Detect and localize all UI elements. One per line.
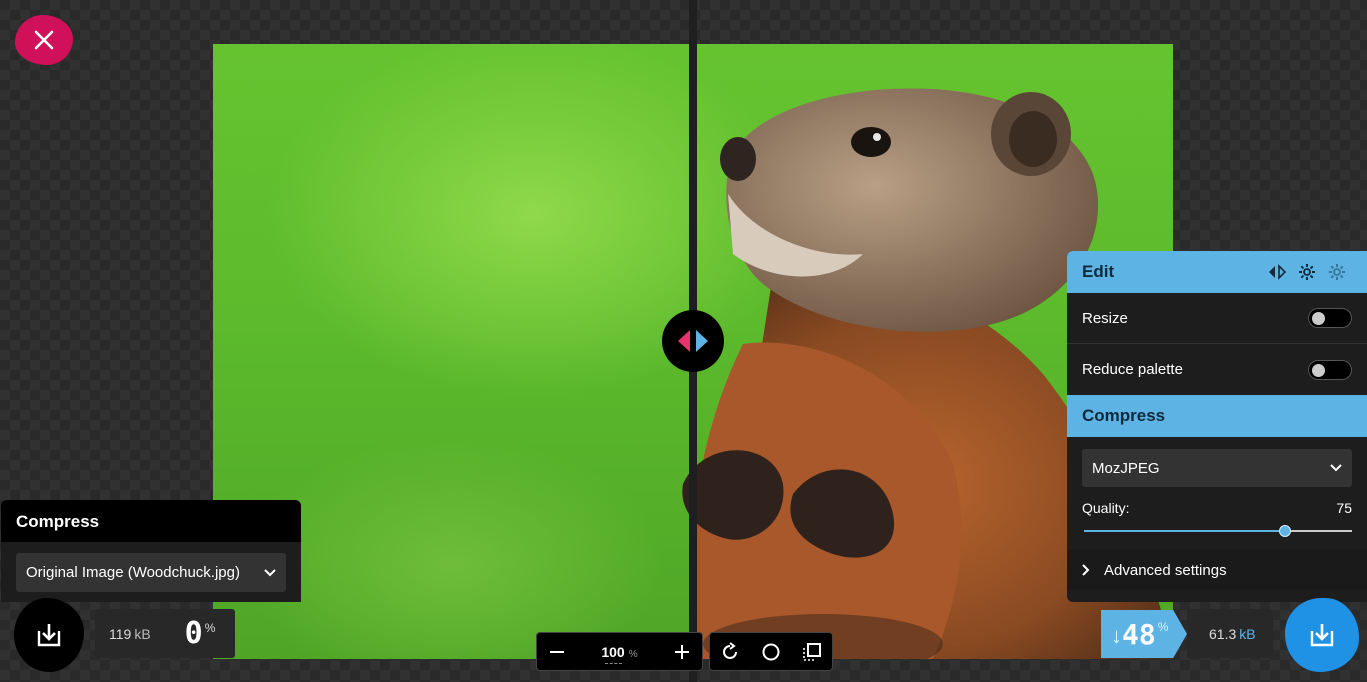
swap-sides-icon <box>1269 264 1287 280</box>
resize-label: Resize <box>1082 309 1128 327</box>
advanced-settings-toggle[interactable]: Advanced settings <box>1067 550 1367 590</box>
plus-icon <box>675 644 689 659</box>
left-percent-symbol: % <box>204 621 216 635</box>
advanced-settings-label: Advanced settings <box>1104 561 1227 579</box>
download-icon <box>1310 624 1334 647</box>
compressed-size-value: 61.3 <box>1209 625 1237 642</box>
zoom-unit: % <box>628 648 638 660</box>
savings-badge: ↓ 48 % <box>1101 610 1187 658</box>
left-size-unit: kB <box>134 625 151 642</box>
left-result-box: 119 kB 0 % <box>95 609 235 658</box>
split-arrows-icon <box>678 330 708 352</box>
edit-header: Edit <box>1067 251 1367 293</box>
right-options-panel: Edit Resize Reduce palette Compress MozJ… <box>1067 251 1367 602</box>
zoom-in-button[interactable] <box>662 633 702 670</box>
left-codec-value: Original Image (Woodchuck.jpg) <box>26 564 240 581</box>
download-compressed-button[interactable] <box>1285 598 1359 672</box>
reduce-palette-row: Reduce palette <box>1067 344 1367 395</box>
compressed-size-unit: kB <box>1239 625 1256 642</box>
minus-icon <box>550 650 564 653</box>
savings-percent-symbol: % <box>1157 620 1169 634</box>
chevron-right-icon <box>1082 564 1090 576</box>
rotate-icon <box>723 641 738 659</box>
compress-header: Compress <box>1067 395 1367 437</box>
reduce-palette-toggle[interactable] <box>1308 359 1352 380</box>
compressed-size: 61.3 kB <box>1187 609 1273 658</box>
quality-control: Quality: 75 <box>1067 487 1367 542</box>
left-size: 119 <box>109 625 132 642</box>
quality-slider-thumb[interactable] <box>1279 525 1291 537</box>
compare-handle[interactable] <box>662 310 724 372</box>
compress-title: Compress <box>1082 406 1166 425</box>
close-icon <box>34 30 54 50</box>
zoom-out-button[interactable] <box>537 633 577 670</box>
savings-arrow: ↓ <box>1111 623 1122 648</box>
chevron-down-icon <box>264 568 276 576</box>
zoom-controls: 100% <box>536 632 703 671</box>
crop-frame-icon <box>802 642 821 661</box>
download-icon <box>37 624 61 647</box>
left-panel-title: Compress <box>1 500 301 542</box>
background-toggle-button[interactable] <box>751 633 792 670</box>
quality-label: Quality: <box>1082 500 1130 516</box>
edit-title: Edit <box>1082 262 1115 281</box>
rotate-button[interactable] <box>710 633 751 670</box>
download-original-button[interactable] <box>14 598 84 672</box>
reduce-palette-label: Reduce palette <box>1082 361 1183 378</box>
copy-settings-across-button[interactable] <box>1262 257 1292 287</box>
save-settings-button[interactable] <box>1292 257 1322 287</box>
codec-value: MozJPEG <box>1092 459 1160 477</box>
chevron-down-icon <box>1330 464 1342 472</box>
circle-icon <box>762 643 780 660</box>
left-compress-panel: Compress Original Image (Woodchuck.jpg) <box>1 500 301 602</box>
left-codec-select[interactable]: Original Image (Woodchuck.jpg) <box>16 553 286 592</box>
quality-slider[interactable] <box>1082 520 1352 542</box>
view-tools <box>709 632 833 671</box>
gear-faded-icon <box>1329 264 1345 280</box>
import-settings-button[interactable] <box>1322 257 1352 287</box>
resize-row: Resize <box>1067 293 1367 344</box>
fit-to-screen-button[interactable] <box>791 633 832 670</box>
zoom-level-input[interactable]: 100% <box>577 643 662 664</box>
quality-value: 75 <box>1336 500 1352 516</box>
left-percent: 0 <box>184 616 203 651</box>
savings-percent: 48 <box>1122 617 1156 651</box>
codec-select[interactable]: MozJPEG <box>1082 449 1352 487</box>
zoom-value: 100 <box>601 643 625 660</box>
gear-icon <box>1299 264 1315 280</box>
resize-toggle[interactable] <box>1308 308 1352 328</box>
close-button[interactable] <box>15 15 73 65</box>
